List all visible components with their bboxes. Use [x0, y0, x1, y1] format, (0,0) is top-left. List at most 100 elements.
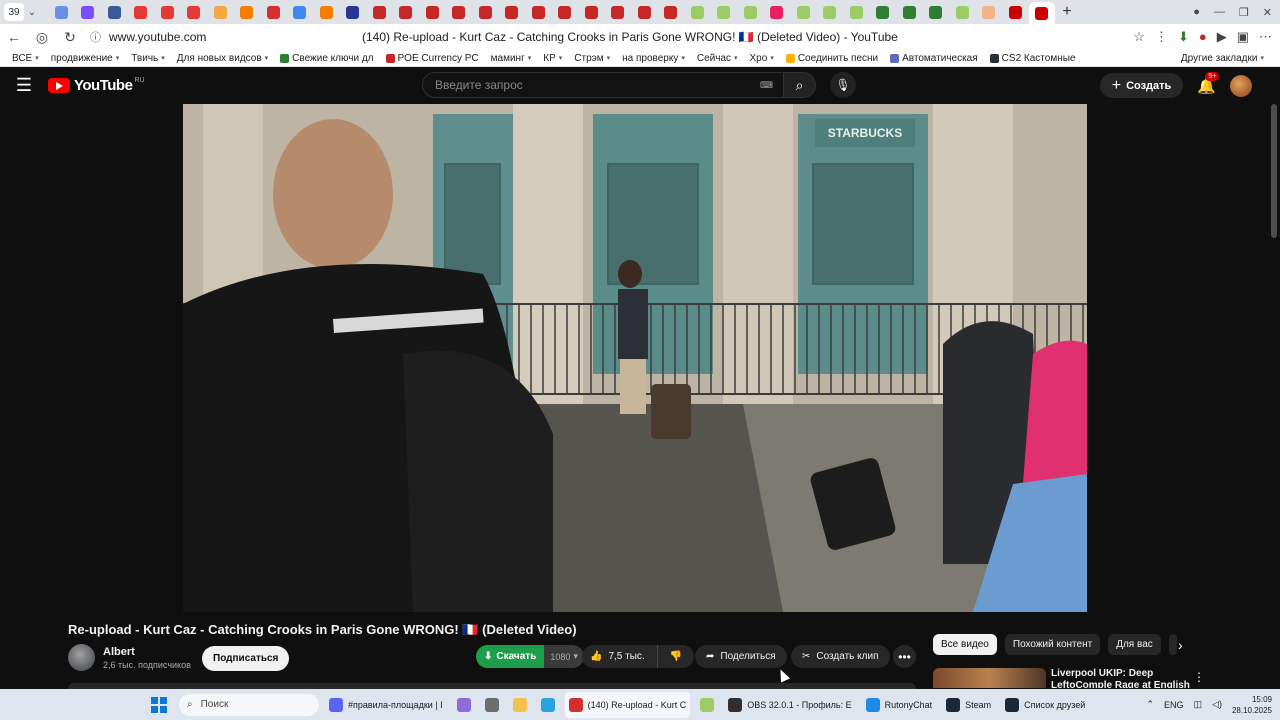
- browser-tab[interactable]: [578, 0, 605, 24]
- like-button[interactable]: 👍 7,5 тыс.: [582, 645, 658, 668]
- bookmark-item[interactable]: POE Currency PC: [385, 53, 479, 64]
- keyboard-icon[interactable]: ⌨: [760, 80, 773, 91]
- browser-tab[interactable]: [711, 0, 738, 24]
- download-icon[interactable]: ⬇: [1178, 29, 1189, 45]
- bookmark-item[interactable]: CS2 Кастомные: [989, 53, 1075, 64]
- taskbar-app[interactable]: [509, 692, 531, 718]
- browser-tab[interactable]: [605, 0, 632, 24]
- browser-tab[interactable]: [1028, 2, 1055, 24]
- bookmark-item[interactable]: Твичь ▾: [131, 53, 165, 64]
- extension-icon[interactable]: ●: [1199, 29, 1207, 45]
- browser-tab[interactable]: [446, 0, 473, 24]
- browser-tab[interactable]: [631, 0, 658, 24]
- sidebar-icon[interactable]: ▣: [1237, 29, 1249, 45]
- bookmark-item[interactable]: КР ▾: [543, 53, 562, 64]
- browser-tab[interactable]: [260, 0, 287, 24]
- site-info-icon[interactable]: ⓘ: [90, 29, 101, 45]
- close-window-icon[interactable]: ✕: [1263, 6, 1272, 19]
- page-scrollbar[interactable]: [1271, 104, 1277, 238]
- browser-tab[interactable]: [48, 0, 75, 24]
- dislike-button[interactable]: 👎: [658, 645, 694, 668]
- media-icon[interactable]: ▶: [1217, 29, 1227, 45]
- browser-tab[interactable]: [684, 0, 711, 24]
- reload-icon[interactable]: ↻: [56, 29, 84, 46]
- browser-tab[interactable]: [313, 0, 340, 24]
- browser-tab[interactable]: [154, 0, 181, 24]
- tab-count-badge[interactable]: 39: [4, 3, 24, 21]
- bookmark-item[interactable]: на проверку ▾: [622, 53, 685, 64]
- bookmark-item[interactable]: Сейчас ▾: [697, 53, 738, 64]
- browser-tab[interactable]: [181, 0, 208, 24]
- browser-tab[interactable]: [75, 0, 102, 24]
- quality-select[interactable]: 1080 ▾: [544, 645, 584, 668]
- url-field[interactable]: ⓘ www.youtube.com: [90, 29, 206, 45]
- back-arrow-icon[interactable]: ←: [0, 29, 28, 45]
- profile-icon[interactable]: ●: [1193, 6, 1200, 18]
- search-input[interactable]: [422, 72, 784, 98]
- taskbar-app[interactable]: [481, 692, 503, 718]
- bookmark-item[interactable]: продвижение ▾: [51, 53, 120, 64]
- browser-tab[interactable]: [949, 0, 976, 24]
- bookmark-item[interactable]: Соединить песни: [785, 53, 878, 64]
- create-button[interactable]: + Создать: [1099, 73, 1184, 98]
- browser-tab[interactable]: [525, 0, 552, 24]
- tab-list-chevron-icon[interactable]: ⌄: [24, 7, 40, 18]
- bookmark-item[interactable]: Для новых видсов ▾: [177, 53, 268, 64]
- other-bookmarks[interactable]: Другие закладки ▾: [1181, 53, 1264, 64]
- browser-tab[interactable]: [843, 0, 870, 24]
- volume-icon[interactable]: ◁): [1212, 699, 1222, 710]
- bookmark-item[interactable]: Свежие ключи дл: [280, 53, 374, 64]
- browser-tab[interactable]: [1002, 0, 1029, 24]
- lens-icon[interactable]: ◎: [28, 29, 56, 46]
- taskbar-app[interactable]: [537, 692, 559, 718]
- video-player[interactable]: STARBUCKS: [183, 104, 1087, 612]
- recommended-video[interactable]: Liverpool UKIP: Deep LeftoComple Rage at…: [933, 668, 1273, 688]
- chip-related[interactable]: Похожий контент: [1004, 634, 1101, 655]
- browser-tab[interactable]: [419, 0, 446, 24]
- taskbar-app[interactable]: Steam: [942, 692, 995, 718]
- url-text[interactable]: www.youtube.com: [109, 30, 206, 44]
- account-avatar[interactable]: [1230, 74, 1252, 97]
- browser-tab[interactable]: [817, 0, 844, 24]
- browser-tab[interactable]: [472, 0, 499, 24]
- browser-tab[interactable]: [101, 0, 128, 24]
- recommended-thumbnail[interactable]: [933, 668, 1046, 688]
- taskbar-app[interactable]: RutonyChat: [862, 692, 937, 718]
- bookmark-item[interactable]: маминг ▾: [491, 53, 532, 64]
- search-button[interactable]: ⌕: [784, 72, 816, 98]
- network-icon[interactable]: ◫: [1194, 699, 1203, 710]
- tray-chevron-icon[interactable]: ⌃: [1146, 699, 1154, 710]
- start-windows-icon[interactable]: [151, 696, 167, 713]
- taskbar-app[interactable]: [453, 692, 475, 718]
- browser-tab[interactable]: [870, 0, 897, 24]
- browser-tab[interactable]: [976, 0, 1003, 24]
- browser-tab[interactable]: [896, 0, 923, 24]
- chip-partial[interactable]: [1168, 634, 1177, 655]
- channel-avatar[interactable]: [68, 644, 95, 671]
- chip-for-you[interactable]: Для вас: [1108, 634, 1161, 655]
- voice-search-button[interactable]: 🎙: [830, 72, 856, 98]
- taskbar-search[interactable]: ⌕ Поиск: [179, 693, 319, 716]
- browser-tab[interactable]: [737, 0, 764, 24]
- chip-all-videos[interactable]: Все видео: [933, 634, 997, 655]
- language-indicator[interactable]: ENG: [1164, 700, 1184, 710]
- minimize-icon[interactable]: —: [1214, 6, 1225, 18]
- youtube-logo[interactable]: YouTube RU: [48, 77, 145, 94]
- browser-tab[interactable]: [552, 0, 579, 24]
- browser-tab[interactable]: [499, 0, 526, 24]
- browser-tab[interactable]: [234, 0, 261, 24]
- restore-icon[interactable]: ❐: [1239, 6, 1249, 19]
- taskbar-app[interactable]: [696, 692, 718, 718]
- clock[interactable]: 15:09 28.10.2025: [1232, 694, 1272, 716]
- share-button[interactable]: ➦ Поделиться: [695, 645, 787, 668]
- browser-tab[interactable]: [658, 0, 685, 24]
- browser-tab[interactable]: [207, 0, 234, 24]
- browser-tab[interactable]: [340, 0, 367, 24]
- bookmark-star-icon[interactable]: ☆: [1133, 29, 1145, 45]
- browser-tab[interactable]: [128, 0, 155, 24]
- bookmark-item[interactable]: Автоматическая: [890, 53, 978, 64]
- channel-name[interactable]: Albert: [103, 646, 191, 658]
- more-actions-button[interactable]: •••: [893, 645, 916, 668]
- browser-tab[interactable]: [393, 0, 420, 24]
- recommended-title[interactable]: Liverpool UKIP: Deep LeftoComple Rage at…: [1051, 668, 1191, 688]
